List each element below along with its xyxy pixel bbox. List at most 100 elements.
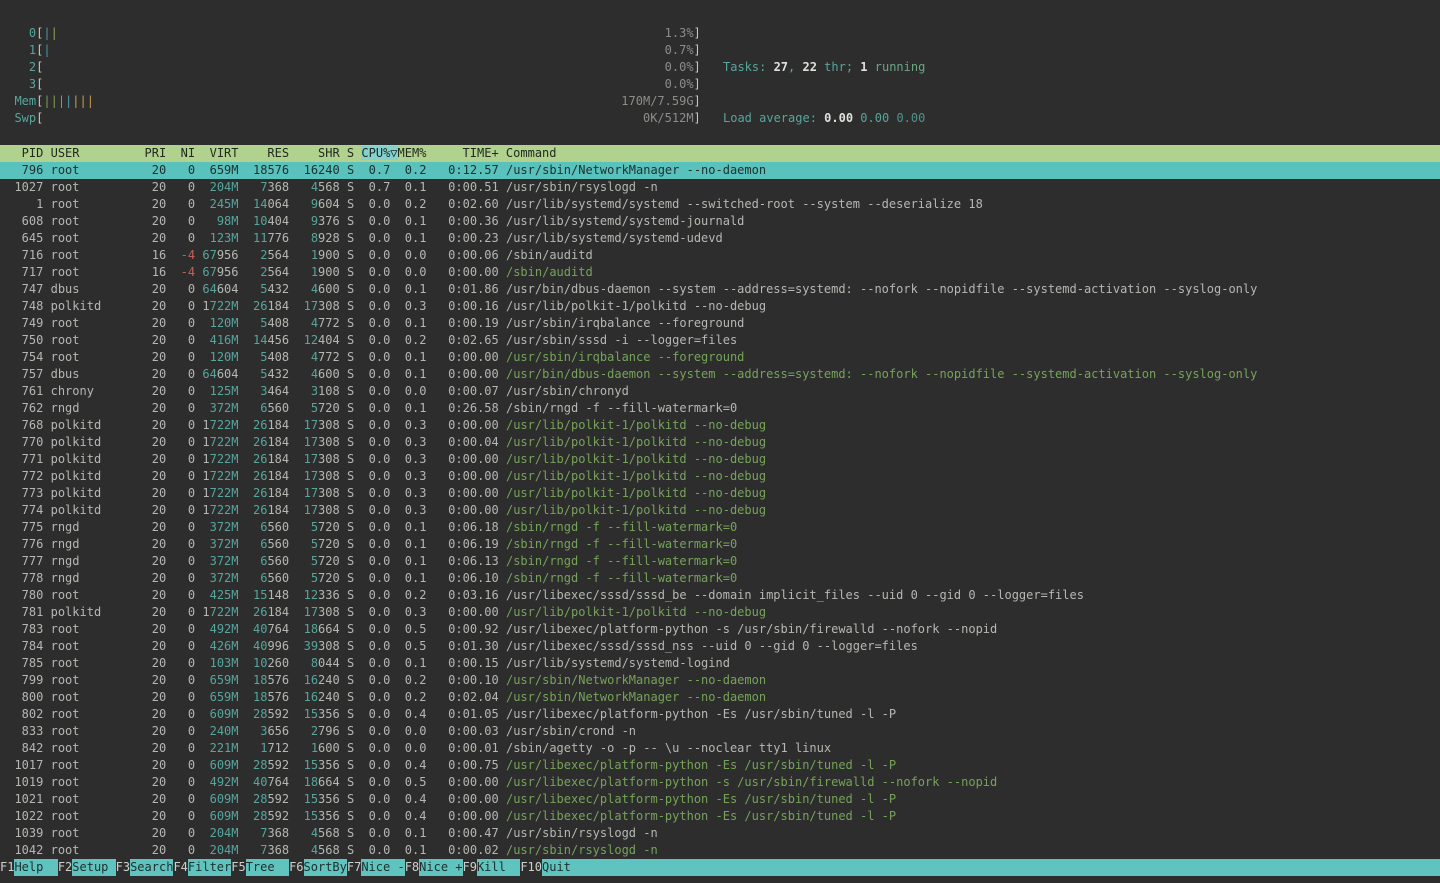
process-row[interactable]: 776 rngd 20 0 372M 6560 5720 S 0.0 0.1 0… (0, 536, 1440, 553)
cell-pri: 20 (137, 639, 166, 653)
column-header-res[interactable]: RES (246, 146, 289, 160)
process-row[interactable]: 780 root 20 0 425M 15148 12336 S 0.0 0.2… (0, 587, 1440, 604)
process-row[interactable]: 1017 root 20 0 609M 28592 15356 S 0.0 0.… (0, 757, 1440, 774)
process-row[interactable]: 749 root 20 0 120M 5408 4772 S 0.0 0.1 0… (0, 315, 1440, 332)
cell-ni: 0 (173, 639, 195, 653)
process-row[interactable]: 750 root 20 0 416M 14456 12404 S 0.0 0.2… (0, 332, 1440, 349)
cell-user: root (51, 843, 130, 857)
fn-label-search[interactable]: Search (130, 859, 173, 876)
process-row[interactable]: 800 root 20 0 659M 18576 16240 S 0.0 0.2… (0, 689, 1440, 706)
process-row[interactable]: 773 polkitd 20 0 1722M 26184 17308 S 0.0… (0, 485, 1440, 502)
cell-pri: 20 (137, 537, 166, 551)
cpu-meter-2: 2[0.0%] (0, 59, 701, 76)
cell-shr: 720 (318, 401, 340, 415)
process-row[interactable]: 747 dbus 20 0 64604 5432 4600 S 0.0 0.1 … (0, 281, 1440, 298)
fn-label-sortby[interactable]: SortBy (304, 859, 347, 876)
fn-label-quit[interactable]: Quit (542, 859, 1440, 876)
fn-key-f3[interactable]: F3 (116, 859, 130, 876)
process-row[interactable]: 645 root 20 0 123M 11776 8928 S 0.0 0.1 … (0, 230, 1440, 247)
fn-label-help[interactable]: Help (14, 859, 57, 876)
process-row[interactable]: 833 root 20 0 240M 3656 2796 S 0.0 0.0 0… (0, 723, 1440, 740)
column-header-time[interactable]: TIME+ (434, 146, 499, 160)
process-row[interactable]: 768 polkitd 20 0 1722M 26184 17308 S 0.0… (0, 417, 1440, 434)
cell-pid: 748 (7, 299, 43, 313)
column-header-shr[interactable]: SHR (296, 146, 339, 160)
load-1min: 0.00 (824, 111, 853, 125)
fn-key-f6[interactable]: F6 (289, 859, 303, 876)
process-row[interactable]: 783 root 20 0 492M 40764 18664 S 0.0 0.5… (0, 621, 1440, 638)
fn-label-filter[interactable]: Filter (188, 859, 231, 876)
cell-virt: 221M (210, 741, 239, 755)
process-row[interactable]: 802 root 20 0 609M 28592 15356 S 0.0 0.4… (0, 706, 1440, 723)
cell-pri: 20 (137, 299, 166, 313)
cell-pid: 1042 (7, 843, 43, 857)
cell-shr: 308 (318, 452, 340, 466)
fn-label-setup[interactable]: Setup (72, 859, 115, 876)
process-row[interactable]: 842 root 20 0 221M 1712 1600 S 0.0 0.0 0… (0, 740, 1440, 757)
process-row[interactable]: 1042 root 20 0 204M 7368 4568 S 0.0 0.1 … (0, 842, 1440, 859)
process-row[interactable]: 799 root 20 0 659M 18576 16240 S 0.0 0.2… (0, 672, 1440, 689)
fn-key-f1[interactable]: F1 (0, 859, 14, 876)
process-row[interactable]: 757 dbus 20 0 64604 5432 4600 S 0.0 0.1 … (0, 366, 1440, 383)
process-row[interactable]: 775 rngd 20 0 372M 6560 5720 S 0.0 0.1 0… (0, 519, 1440, 536)
cell-shr: 308 (318, 486, 340, 500)
process-row[interactable]: 608 root 20 0 98M 10404 9376 S 0.0 0.1 0… (0, 213, 1440, 230)
fn-key-f5[interactable]: F5 (231, 859, 245, 876)
process-row[interactable]: 748 polkitd 20 0 1722M 26184 17308 S 0.0… (0, 298, 1440, 315)
cell-virt: 1 (202, 486, 209, 500)
column-header-command[interactable]: Command (506, 146, 557, 160)
fn-label-nice-[interactable]: Nice - (361, 859, 404, 876)
process-row[interactable]: 761 chrony 20 0 125M 3464 3108 S 0.0 0.0… (0, 383, 1440, 400)
process-row[interactable]: 762 rngd 20 0 372M 6560 5720 S 0.0 0.1 0… (0, 400, 1440, 417)
process-row[interactable]: 1039 root 20 0 204M 7368 4568 S 0.0 0.1 … (0, 825, 1440, 842)
fn-key-f2[interactable]: F2 (58, 859, 72, 876)
cell-pri: 20 (137, 163, 166, 177)
process-row[interactable]: 754 root 20 0 120M 5408 4772 S 0.0 0.1 0… (0, 349, 1440, 366)
process-row[interactable]: 777 rngd 20 0 372M 6560 5720 S 0.0 0.1 0… (0, 553, 1440, 570)
cell-cpu-pct: 0.0 (361, 605, 390, 619)
process-row[interactable]: 1 root 20 0 245M 14064 9604 S 0.0 0.2 0:… (0, 196, 1440, 213)
fn-key-f8[interactable]: F8 (405, 859, 419, 876)
fn-label-tree[interactable]: Tree (246, 859, 289, 876)
column-header-pid[interactable]: PID (7, 146, 43, 160)
cell-shr: 308 (318, 605, 340, 619)
column-header-mem[interactable]: MEM% (398, 146, 427, 160)
cell-pri: 20 (137, 690, 166, 704)
process-row[interactable]: 716 root 16 -4 67956 2564 1900 S 0.0 0.0… (0, 247, 1440, 264)
fn-key-f4[interactable]: F4 (173, 859, 187, 876)
process-row[interactable]: 778 rngd 20 0 372M 6560 5720 S 0.0 0.1 0… (0, 570, 1440, 587)
process-row[interactable]: 785 root 20 0 103M 10260 8044 S 0.0 0.1 … (0, 655, 1440, 672)
process-row[interactable]: 717 root 16 -4 67956 2564 1900 S 0.0 0.0… (0, 264, 1440, 281)
process-row[interactable]: 1021 root 20 0 609M 28592 15356 S 0.0 0.… (0, 791, 1440, 808)
fn-key-f7[interactable]: F7 (347, 859, 361, 876)
column-header-pri[interactable]: PRI (137, 146, 166, 160)
cell-shr: 796 (318, 724, 340, 738)
process-row[interactable]: 1019 root 20 0 492M 40764 18664 S 0.0 0.… (0, 774, 1440, 791)
meter-close-bracket: ] (694, 59, 701, 76)
column-header-user[interactable]: USER (51, 146, 130, 160)
process-row[interactable]: 781 polkitd 20 0 1722M 26184 17308 S 0.0… (0, 604, 1440, 621)
process-row[interactable]: 1027 root 20 0 204M 7368 4568 S 0.7 0.1 … (0, 179, 1440, 196)
cell-shr: 3 (311, 384, 318, 398)
cell-virt: 1 (202, 503, 209, 517)
process-row[interactable]: 1022 root 20 0 609M 28592 15356 S 0.0 0.… (0, 808, 1440, 825)
process-row[interactable]: 784 root 20 0 426M 40996 39308 S 0.0 0.5… (0, 638, 1440, 655)
process-row-selected[interactable]: 796 root 20 0 659M 18576 16240 S 0.7 0.2… (0, 162, 1440, 179)
process-row[interactable]: 772 polkitd 20 0 1722M 26184 17308 S 0.0… (0, 468, 1440, 485)
fn-key-f9[interactable]: F9 (463, 859, 477, 876)
column-header-virt[interactable]: VIRT (202, 146, 238, 160)
fn-label-kill[interactable]: Kill (477, 859, 520, 876)
cell-cpu-pct: 0.0 (361, 401, 390, 415)
cpu-meter-1-value: 0.7% (665, 42, 694, 59)
cell-shr: 720 (318, 571, 340, 585)
cell-virt: 204M (210, 180, 239, 194)
fn-key-f10[interactable]: F10 (520, 859, 542, 876)
fn-label-nice-[interactable]: Nice + (419, 859, 462, 876)
process-row[interactable]: 771 polkitd 20 0 1722M 26184 17308 S 0.0… (0, 451, 1440, 468)
tasks-count: 27 (774, 60, 788, 74)
column-header-cpu-sorted[interactable]: CPU%▽ (361, 146, 397, 160)
column-header-ni[interactable]: NI (173, 146, 195, 160)
process-row[interactable]: 770 polkitd 20 0 1722M 26184 17308 S 0.0… (0, 434, 1440, 451)
process-row[interactable]: 774 polkitd 20 0 1722M 26184 17308 S 0.0… (0, 502, 1440, 519)
cell-virt: 1 (202, 605, 209, 619)
